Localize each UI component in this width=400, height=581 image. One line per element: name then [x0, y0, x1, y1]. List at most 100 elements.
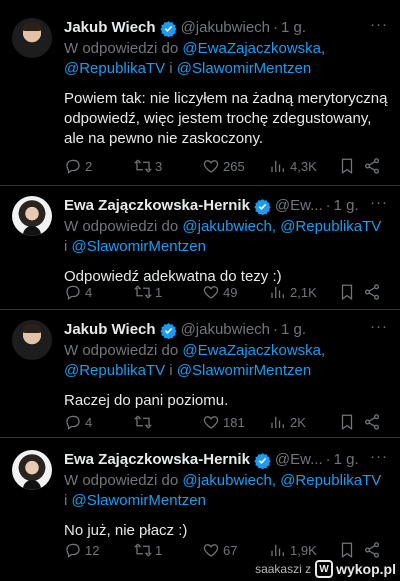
action-bar: 12 1 67 1,9K: [64, 540, 388, 560]
views-icon: [271, 416, 284, 428]
tweet-text: Raczej do pani poziomu.: [64, 392, 229, 409]
share-icon: [364, 158, 380, 174]
mention-link[interactable]: @SlawomirMentzen: [177, 362, 311, 379]
timestamp[interactable]: 1 g.: [281, 320, 306, 340]
bookmark-button[interactable]: [338, 541, 356, 559]
retweet-count: 1: [155, 542, 163, 558]
verified-badge-icon: [254, 198, 271, 215]
separator-dot: ·: [273, 321, 278, 338]
tweet[interactable]: Jakub Wiech @jakubwiech · 1 g. ··· W odp…: [0, 0, 400, 186]
reply-context: W odpowiedzi do @EwaZajaczkowska, @Repub…: [64, 341, 388, 381]
reply-context: W odpowiedzi do @jakubwiech, @RepublikaT…: [64, 471, 388, 511]
reply-button[interactable]: 4: [64, 413, 92, 431]
like-count: 181: [223, 414, 245, 430]
share-button[interactable]: [363, 157, 381, 175]
bookmark-icon: [341, 158, 353, 174]
timestamp[interactable]: 1 g.: [281, 18, 306, 38]
views-count: 1,9K: [290, 542, 317, 558]
wykop-site: wykop.pl: [336, 561, 396, 577]
author-handle[interactable]: @Ew...: [275, 450, 323, 470]
tweet[interactable]: Ewa Zajączkowska-Hernik @Ew... · 1 g. ··…: [0, 186, 400, 310]
reply-icon: [66, 543, 80, 559]
avatar[interactable]: [12, 196, 52, 236]
author-name[interactable]: Jakub Wiech: [64, 18, 156, 38]
tweet-text: Powiem tak: nie liczyłem na żadną meryto…: [64, 90, 388, 147]
like-button[interactable]: 181: [202, 413, 245, 431]
mention-link[interactable]: @RepublikaTV: [280, 218, 381, 235]
like-button[interactable]: 265: [202, 157, 245, 175]
like-count: 265: [223, 158, 245, 174]
avatar[interactable]: [12, 18, 52, 58]
share-button[interactable]: [363, 541, 381, 559]
reply-and: i: [165, 362, 177, 379]
verified-badge-icon: [159, 322, 177, 339]
share-button[interactable]: [363, 413, 381, 431]
reply-icon: [66, 159, 80, 175]
bookmark-icon: [341, 542, 353, 558]
watermark: saakaszi z W wykop.pl: [255, 560, 396, 578]
author-name[interactable]: Ewa Zajączkowska-Hernik: [64, 450, 250, 470]
reply-button[interactable]: 4: [64, 283, 92, 301]
tweet[interactable]: Ewa Zajączkowska-Hernik @Ew... · 1 g. ··…: [0, 438, 400, 564]
retweet-button[interactable]: [134, 413, 155, 431]
timestamp[interactable]: 1 g.: [334, 196, 359, 216]
more-icon[interactable]: ···: [370, 318, 388, 335]
mention-link[interactable]: @SlawomirMentzen: [72, 238, 206, 255]
retweet-count: 1: [155, 284, 163, 300]
views-button[interactable]: 4,3K: [269, 157, 317, 175]
more-icon[interactable]: ···: [370, 194, 388, 211]
reply-prefix: W odpowiedzi do: [64, 472, 183, 489]
views-button[interactable]: 1,9K: [269, 541, 317, 559]
reply-icon: [66, 415, 80, 431]
retweet-button[interactable]: 3: [134, 157, 162, 175]
action-bar: 2 3 265 4,3K: [64, 156, 388, 176]
timestamp[interactable]: 1 g.: [334, 450, 359, 470]
bookmark-button[interactable]: [338, 283, 356, 301]
share-button[interactable]: [363, 283, 381, 301]
views-icon: [271, 286, 284, 298]
avatar[interactable]: [12, 450, 52, 490]
retweet-icon: [134, 159, 152, 173]
author-handle[interactable]: @Ew...: [275, 196, 323, 216]
verified-badge-icon: [254, 452, 271, 469]
reply-prefix: W odpowiedzi do: [64, 218, 183, 235]
tweet[interactable]: Jakub Wiech @jakubwiech · 1 g. ··· W odp…: [0, 310, 400, 438]
author-handle[interactable]: @jakubwiech: [181, 320, 270, 340]
views-button[interactable]: 2K: [269, 413, 306, 431]
mention-link[interactable]: @RepublikaTV: [280, 472, 381, 489]
mention-link[interactable]: @RepublikaTV: [64, 60, 165, 77]
mention-link[interactable]: @jakubwiech,: [182, 472, 276, 489]
more-icon[interactable]: ···: [370, 448, 388, 465]
retweet-count: 3: [155, 158, 163, 174]
author-name[interactable]: Jakub Wiech: [64, 320, 156, 340]
reply-button[interactable]: 12: [64, 541, 99, 559]
avatar[interactable]: [12, 320, 52, 360]
mention-link[interactable]: @jakubwiech,: [182, 218, 276, 235]
mention-link[interactable]: @RepublikaTV: [64, 362, 165, 379]
retweet-button[interactable]: 1: [134, 283, 162, 301]
reply-and: i: [64, 238, 72, 255]
mention-link[interactable]: @EwaZajaczkowska,: [182, 342, 325, 359]
mention-link[interactable]: @SlawomirMentzen: [72, 492, 206, 509]
like-count: 67: [223, 542, 238, 558]
author-name[interactable]: Ewa Zajączkowska-Hernik: [64, 196, 250, 216]
views-button[interactable]: 2,1K: [269, 283, 317, 301]
separator-dot: ·: [273, 19, 278, 36]
bookmark-button[interactable]: [338, 413, 356, 431]
views-icon: [271, 544, 284, 556]
mention-link[interactable]: @SlawomirMentzen: [177, 60, 311, 77]
retweet-button[interactable]: 1: [134, 541, 162, 559]
like-button[interactable]: 49: [202, 283, 237, 301]
like-button[interactable]: 67: [202, 541, 237, 559]
reply-button[interactable]: 2: [64, 157, 92, 175]
views-count: 4,3K: [290, 158, 317, 174]
views-icon: [271, 160, 284, 172]
separator-dot: ·: [325, 451, 331, 468]
author-handle[interactable]: @jakubwiech: [181, 18, 270, 38]
more-icon[interactable]: ···: [370, 16, 388, 33]
like-icon: [203, 160, 219, 173]
like-icon: [203, 544, 219, 557]
mention-link[interactable]: @EwaZajaczkowska,: [182, 40, 325, 57]
bookmark-button[interactable]: [338, 157, 356, 175]
reply-prefix: W odpowiedzi do: [64, 40, 183, 57]
